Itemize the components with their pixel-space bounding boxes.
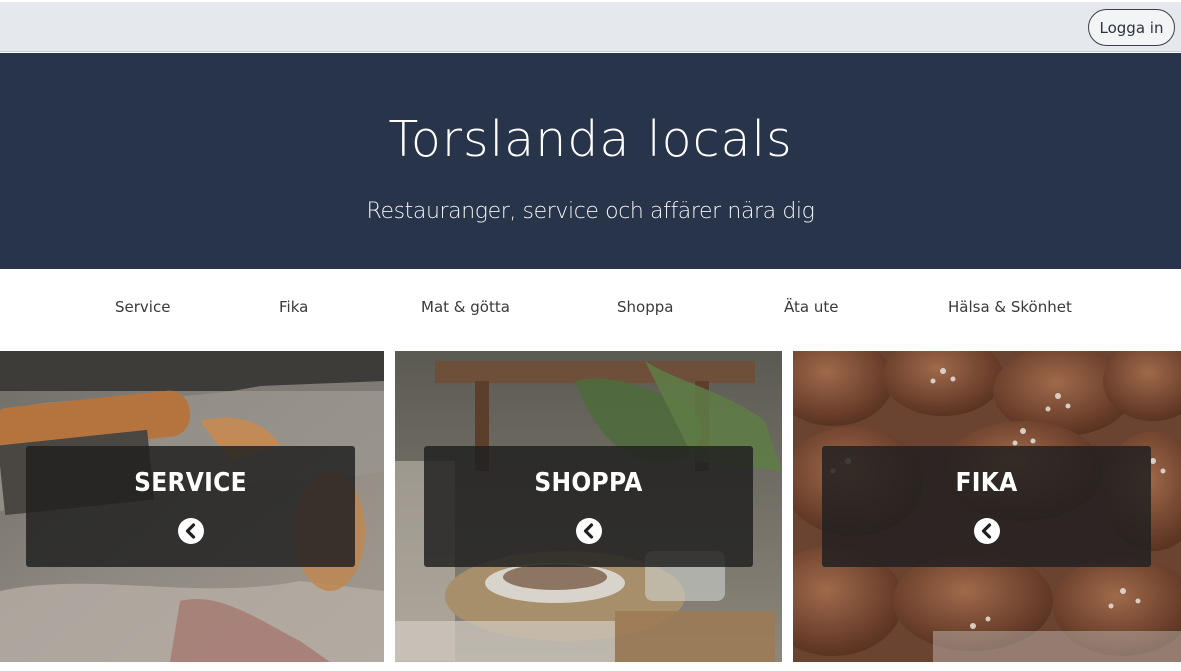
nav-item-shoppa[interactable]: Shoppa	[617, 298, 673, 316]
nav-item-ata-ute[interactable]: Äta ute	[784, 298, 838, 316]
nav-item-service[interactable]: Service	[115, 298, 170, 316]
tile-title: SHOPPA	[534, 468, 643, 498]
nav-item-mat-gotta[interactable]: Mat & götta	[421, 298, 510, 316]
site-title: Torslanda locals	[388, 111, 793, 168]
tile-shoppa[interactable]: SHOPPA	[395, 351, 782, 662]
tile-title: SERVICE	[134, 468, 247, 498]
top-bar: Logga in	[0, 2, 1181, 52]
site-tagline: Restauranger, service och affärer nära d…	[366, 199, 815, 224]
hero-banner: Torslanda locals Restauranger, service o…	[0, 53, 1181, 269]
tile-caption: SERVICE	[26, 446, 355, 567]
tile-caption: SHOPPA	[424, 446, 753, 567]
chevron-left-circle-icon[interactable]	[973, 517, 1001, 545]
tile-caption: FIKA	[822, 446, 1151, 567]
tile-service[interactable]: SERVICE	[0, 351, 384, 662]
nav-item-halsa-skonhet[interactable]: Hälsa & Skönhet	[948, 298, 1072, 316]
chevron-left-circle-icon[interactable]	[575, 517, 603, 545]
category-nav: Service Fika Mat & götta Shoppa Äta ute …	[0, 269, 1181, 351]
tile-title: FIKA	[955, 468, 1018, 498]
login-button[interactable]: Logga in	[1088, 9, 1175, 46]
category-tiles: SERVICE SHOPPA FIKA	[0, 351, 1181, 671]
chevron-left-circle-icon[interactable]	[177, 517, 205, 545]
nav-item-fika[interactable]: Fika	[279, 298, 308, 316]
tile-fika[interactable]: FIKA	[793, 351, 1181, 662]
